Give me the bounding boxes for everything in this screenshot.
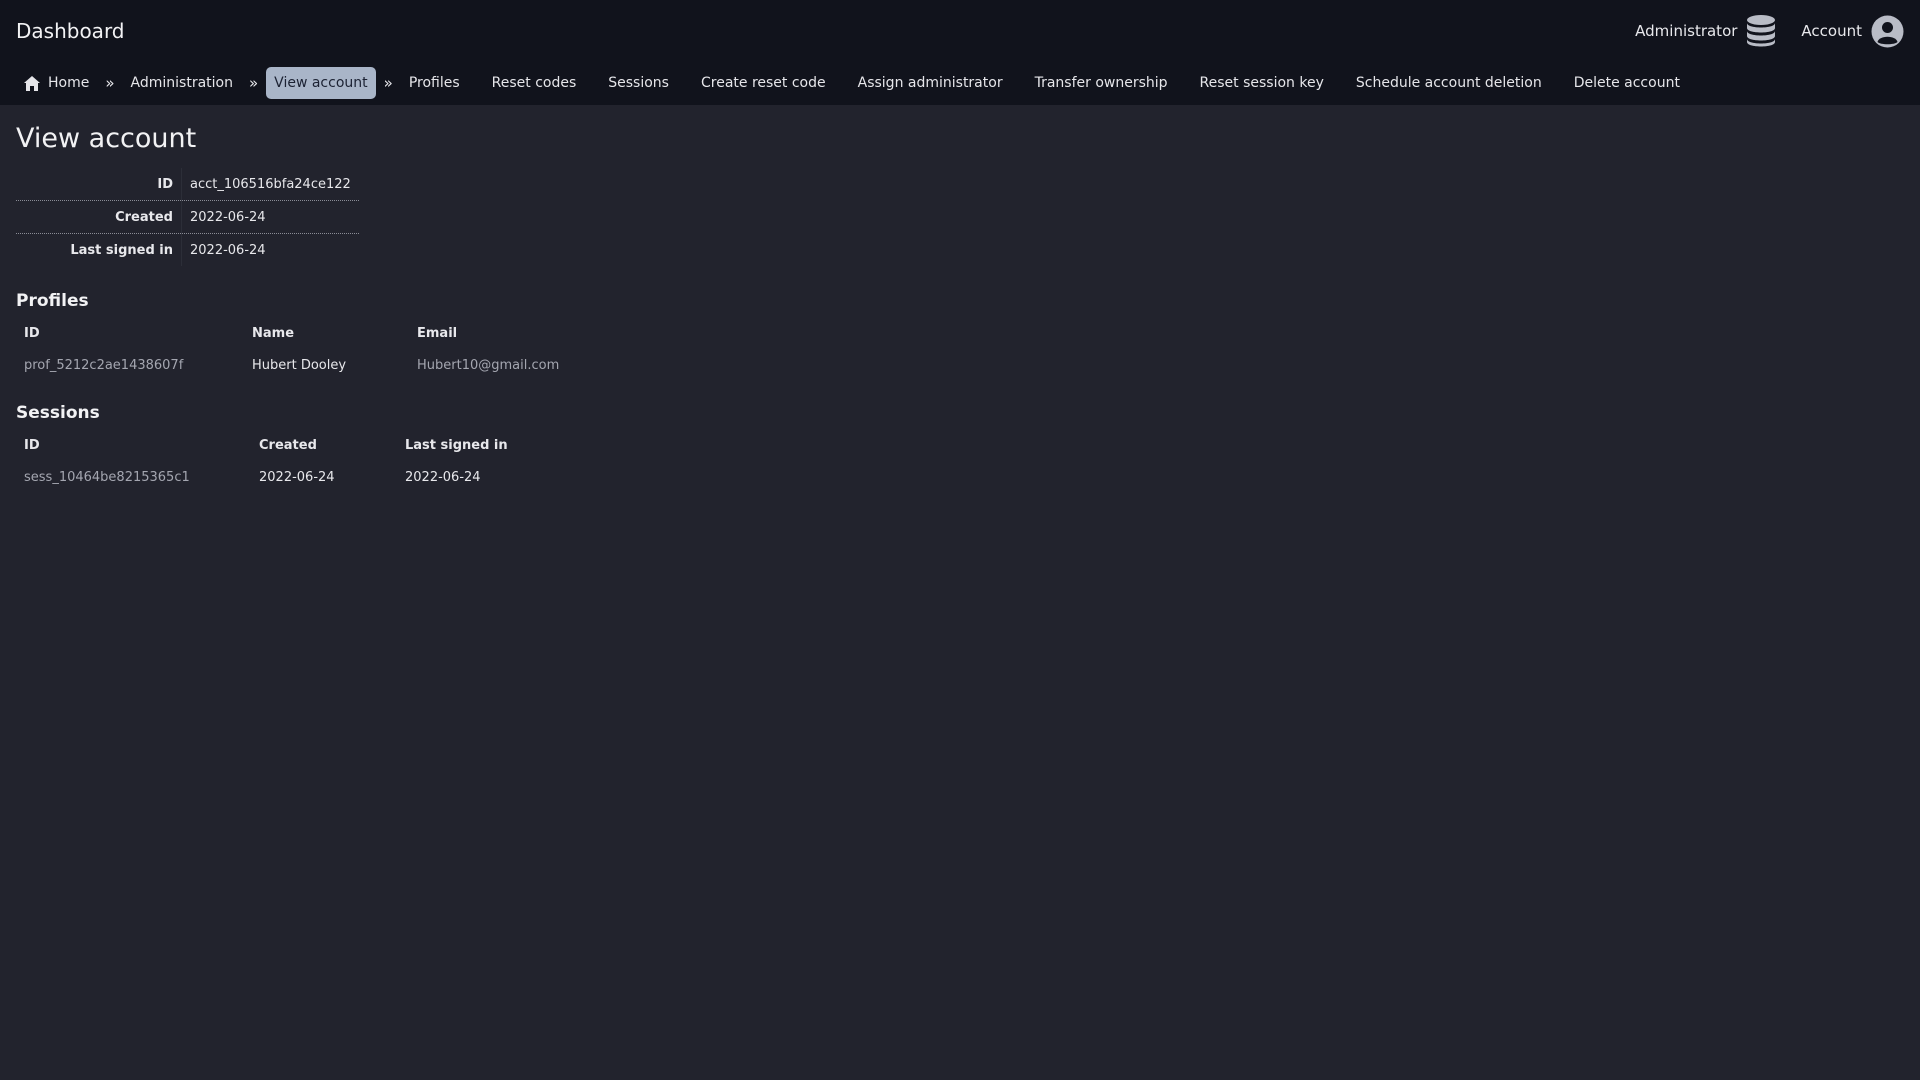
session-id-link[interactable]: sess_10464be8215365c1 — [16, 460, 251, 494]
action-create-reset-code[interactable]: Create reset code — [693, 67, 834, 99]
breadcrumb-home[interactable]: Home — [16, 67, 97, 99]
profile-id-link[interactable]: prof_5212c2ae1438607f — [16, 348, 244, 382]
action-transfer-ownership[interactable]: Transfer ownership — [1027, 67, 1176, 99]
action-delete-account[interactable]: Delete account — [1566, 67, 1688, 99]
sessions-table: ID Created Last signed in sess_10464be82… — [16, 430, 516, 494]
profiles-column-id: ID — [24, 325, 40, 341]
account-last-signed-in-value: 2022-06-24 — [190, 242, 266, 258]
breadcrumb: Home » Administration » View account » P… — [16, 67, 1704, 99]
top-right-menu: Administrator Account — [1610, 14, 1904, 48]
account-link[interactable]: Account — [1801, 15, 1904, 48]
sessions-column-created: Created — [259, 437, 317, 453]
account-created-row: Created 2022-06-24 — [16, 200, 359, 234]
profiles-header-row: ID Name Email — [16, 318, 567, 348]
home-icon — [24, 75, 40, 91]
action-schedule-account-deletion[interactable]: Schedule account deletion — [1348, 67, 1550, 99]
account-details-table: ID acct_106516bfa24ce122 Created 2022-06… — [16, 168, 359, 266]
sessions-header-row: ID Created Last signed in — [16, 430, 516, 460]
main-content: View account ID acct_106516bfa24ce122 Cr… — [16, 120, 567, 494]
action-reset-codes[interactable]: Reset codes — [484, 67, 585, 99]
profiles-heading: Profiles — [16, 291, 89, 311]
profile-email-link[interactable]: Hubert10@gmail.com — [409, 348, 567, 382]
action-reset-session-key[interactable]: Reset session key — [1192, 67, 1332, 99]
account-id-label: ID — [16, 168, 182, 201]
account-created-label: Created — [16, 200, 182, 234]
sessions-column-id: ID — [24, 437, 40, 453]
account-last-signed-in-label: Last signed in — [16, 233, 182, 266]
user-circle-icon — [1871, 15, 1904, 47]
account-label: Account — [1801, 22, 1862, 40]
profiles-column-name: Name — [252, 325, 295, 341]
profile-name: Hubert Dooley — [252, 357, 347, 373]
session-last-signed-in: 2022-06-24 — [405, 469, 481, 485]
top-navigation-bar: Dashboard Administrator Account Home » A… — [0, 0, 1920, 105]
account-created-value: 2022-06-24 — [181, 200, 359, 234]
breadcrumb-administration[interactable]: Administration — [123, 67, 241, 99]
table-row: prof_5212c2ae1438607f Hubert Dooley Hube… — [16, 348, 567, 382]
sessions-column-last-signed-in: Last signed in — [405, 437, 508, 453]
breadcrumb-separator: » — [383, 74, 393, 92]
breadcrumb-separator: » — [248, 74, 259, 92]
action-assign-administrator[interactable]: Assign administrator — [850, 67, 1011, 99]
database-icon — [1747, 15, 1776, 47]
page-title: View account — [16, 123, 197, 154]
breadcrumb-view-account[interactable]: View account — [266, 67, 376, 99]
breadcrumb-home-label: Home — [48, 75, 90, 91]
account-id-row: ID acct_106516bfa24ce122 — [16, 168, 359, 201]
session-created: 2022-06-24 — [259, 469, 335, 485]
table-row: sess_10464be8215365c1 2022-06-24 2022-06… — [16, 460, 516, 494]
administrator-label: Administrator — [1635, 22, 1738, 40]
account-last-signed-in-row: Last signed in 2022-06-24 — [16, 233, 359, 266]
action-profiles[interactable]: Profiles — [401, 67, 468, 99]
app-title-link[interactable]: Dashboard — [16, 19, 125, 43]
sessions-heading: Sessions — [16, 403, 100, 423]
account-id-value: acct_106516bfa24ce122 — [181, 168, 359, 201]
profiles-table: ID Name Email prof_5212c2ae1438607f Hube… — [16, 318, 567, 382]
breadcrumb-separator: » — [105, 74, 115, 92]
administrator-link[interactable]: Administrator — [1635, 15, 1776, 47]
action-sessions[interactable]: Sessions — [600, 67, 677, 99]
profiles-column-email: Email — [417, 325, 458, 341]
